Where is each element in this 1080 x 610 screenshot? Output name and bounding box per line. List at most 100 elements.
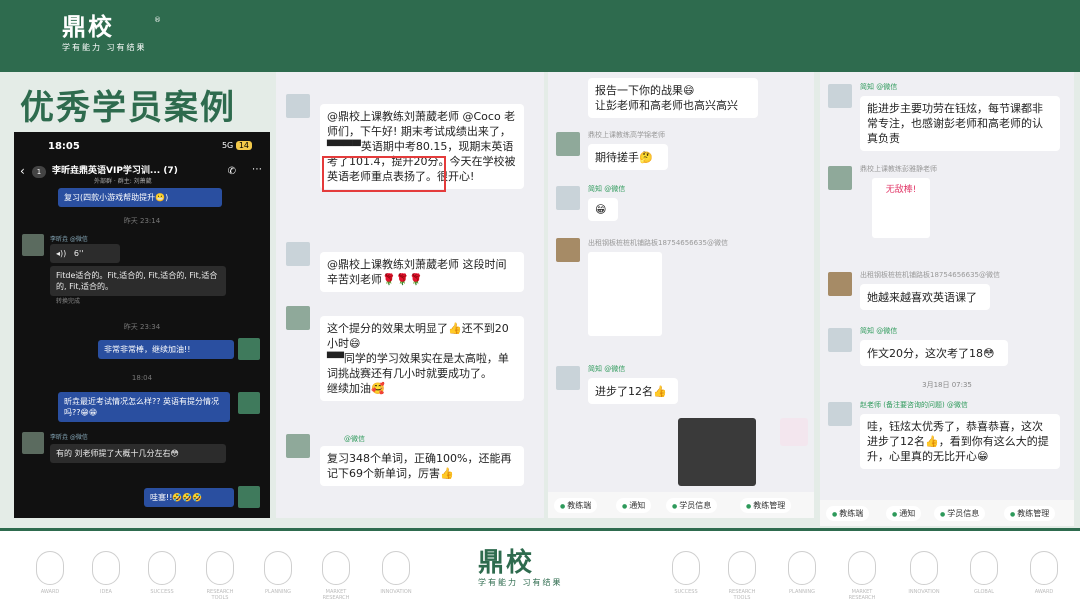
innovation-icon — [910, 551, 938, 585]
shared-image-card[interactable] — [588, 252, 662, 336]
tab-label: 教练端 — [839, 509, 864, 518]
network-type: 5G — [221, 141, 234, 150]
avatar — [556, 366, 580, 390]
registered-mark: ® — [154, 16, 161, 24]
footer-logo: 鼎校 学有能力 习有结果 — [478, 549, 563, 588]
award-icon — [1030, 551, 1058, 585]
avatar — [556, 186, 580, 210]
footer-icon-label: SUCCESS — [674, 589, 698, 595]
message-line: 让彭老师和高老师也高兴高兴 — [595, 99, 738, 112]
phone-chat-screenshot: 18:05 5G 14 ‹ 1 李昕垚鼎英语VIP学习训... (7) 外部群 … — [14, 132, 270, 518]
tab-coach-management[interactable]: ● 教练管理 — [1004, 506, 1056, 521]
footer-brand-name: 鼎校 — [478, 548, 535, 578]
sender-name: 简知 @微信 — [588, 365, 626, 373]
chat-message: 复习348个单词，正确100%，还能再记下69个新单词，厉害👍 — [320, 446, 524, 486]
chat-message: 她越来越喜欢英语课了 — [860, 284, 990, 310]
sender-name: 出租钢板桩桩机铺路板18754656635@微信 — [860, 271, 1000, 279]
success-icon — [148, 551, 176, 585]
chat-title-text: 李昕垚鼎英语VIP学习训... — [52, 166, 161, 176]
more-icon[interactable]: ⋯ — [252, 164, 262, 175]
chat-message: @鼎校上课教练刘萧葳老师 这段时间辛苦刘老师🌹🌹🌹 — [320, 252, 524, 292]
footer-icon-label: IDEA — [100, 589, 112, 595]
footer-icon-label: RESEARCH TOOLS — [206, 589, 234, 601]
sender-name: 简知 @微信 — [860, 327, 898, 335]
tab-student-info[interactable]: ● 学员信息 — [934, 506, 986, 521]
message-line: 报告一下你的战果😄 — [595, 84, 695, 97]
footer-icon-label: PLANNING — [265, 589, 291, 595]
avatar — [556, 132, 580, 156]
signal-indicator: 5G 14 — [222, 141, 252, 150]
chat-message: 报告一下你的战果😄 让彭老师和高老师也高兴高兴 — [588, 78, 758, 118]
tab-coach[interactable]: ● 教练端 — [554, 498, 598, 513]
footer-icon-label: AWARD — [40, 589, 60, 595]
footer-slogan: 学有能力 习有结果 — [478, 578, 563, 587]
tab-coach[interactable]: ● 教练端 — [826, 506, 870, 521]
tab-dot-icon: ● — [746, 503, 752, 510]
avatar — [828, 272, 852, 296]
chat-message: 有的 刘老师提了大概十几分左右😳 — [50, 444, 226, 463]
footer: AWARD IDEA SUCCESS RESEARCH TOOLS PLANNI… — [0, 528, 1080, 610]
chat-message: 作文20分，这次考了18😳 — [860, 340, 1008, 366]
tab-notice[interactable]: ● 通知 — [886, 506, 922, 521]
sender-name: 李昕垚 @微信 — [50, 434, 88, 441]
footer-icon-label: GLOBAL — [973, 589, 995, 595]
chat-message: 能进步主要功劳在钰炫，每节课都非常专注，也感谢彭老师和高老师的认真负责 — [860, 96, 1060, 151]
avatar — [22, 234, 44, 256]
voice-message[interactable]: ◂)) 6'' — [50, 244, 120, 263]
status-time: 18:05 — [48, 141, 80, 152]
message-line: 这个提分的效果太明显了👍还不到20小时😄 — [327, 322, 509, 350]
sender-name: 赵老师 (备注要咨询的问题) @微信 — [860, 401, 968, 409]
chat-message: 昕垚最近考试情况怎么样?? 英语有提分情况吗??😁😁 — [58, 392, 230, 422]
member-count: (7) — [163, 166, 178, 176]
footer-icon-label: INNOVATION — [908, 589, 940, 595]
chat-screenshot-4: 简知 @微信 能进步主要功劳在钰炫，每节课都非常专注，也感谢彭老师和高老师的认真… — [820, 72, 1074, 526]
phone-call-icon[interactable]: ✆ — [228, 166, 236, 177]
sender-name: 李昕垚 @微信 — [50, 236, 88, 243]
message-line: ▀▀同学的学习效果实在是太高啦，单词挑战赛还有几小时就要成功了。 — [327, 352, 509, 380]
voice-transcript: Fitde适合的。Fit,适合的, Fit,适合的, Fit,适合的, Fit,… — [50, 266, 226, 296]
status-bar: 18:05 5G 14 — [14, 132, 270, 160]
brand-slogan: 学有能力 习有结果 — [62, 43, 147, 52]
transcript-note: 转换完成 — [56, 298, 81, 305]
research-tools-icon — [728, 551, 756, 585]
unread-badge: 1 — [32, 166, 46, 178]
chat-message: 哇，钰炫太优秀了，恭喜恭喜，这次进步了12名👍，看到你有这么大的提升，心里真的无… — [860, 414, 1060, 469]
avatar — [286, 94, 310, 118]
avatar — [556, 238, 580, 262]
avatar — [238, 338, 260, 360]
voice-wave-icon: ◂)) — [56, 249, 67, 258]
tab-label: 学员信息 — [947, 509, 980, 518]
sender-name: 鼎校上课教练高学锦老师 — [588, 131, 665, 139]
market-research-icon — [848, 551, 876, 585]
award-icon — [36, 551, 64, 585]
tab-coach-management[interactable]: ● 教练管理 — [740, 498, 792, 513]
avatar — [286, 306, 310, 330]
sticker-image: 无敌棒! — [872, 178, 930, 238]
tab-notice[interactable]: ● 通知 — [616, 498, 652, 513]
footer-icon-label: AWARD — [1034, 589, 1054, 595]
footer-icon-label: PLANNING — [789, 589, 815, 595]
market-research-icon — [322, 551, 350, 585]
avatar — [238, 392, 260, 414]
tab-dot-icon: ● — [622, 503, 628, 510]
timestamp: 3月18日 07:35 — [922, 381, 972, 389]
success-icon — [672, 551, 700, 585]
tab-label: 教练端 — [567, 501, 592, 510]
avatar — [828, 402, 852, 426]
tab-student-info[interactable]: ● 学员信息 — [666, 498, 718, 513]
chat-message: 😁 — [588, 198, 618, 221]
chat-screenshot-3: 报告一下你的战果😄 让彭老师和高老师也高兴高兴 鼎校上课教练高学锦老师 期待搓手… — [548, 72, 814, 518]
footer-icon-label: INNOVATION — [380, 589, 412, 595]
tab-dot-icon: ● — [832, 511, 838, 518]
voice-duration: 6'' — [73, 249, 84, 258]
timestamp: 昨天 23:14 — [123, 217, 161, 225]
tab-bar: ● 教练端 ● 通知 ● 学员信息 ● 教练管理 — [820, 500, 1074, 526]
photo-thumbnail[interactable] — [678, 418, 756, 486]
brand-name: 鼎校 — [62, 13, 114, 41]
sender-name: 简知 @微信 — [860, 83, 898, 91]
sender-name: 出租钢板桩桩机铺路板18754656635@微信 — [588, 239, 728, 247]
avatar — [22, 432, 44, 454]
idea-icon — [92, 551, 120, 585]
score-highlight-box — [322, 156, 446, 192]
back-chevron-icon[interactable]: ‹ — [20, 164, 25, 178]
